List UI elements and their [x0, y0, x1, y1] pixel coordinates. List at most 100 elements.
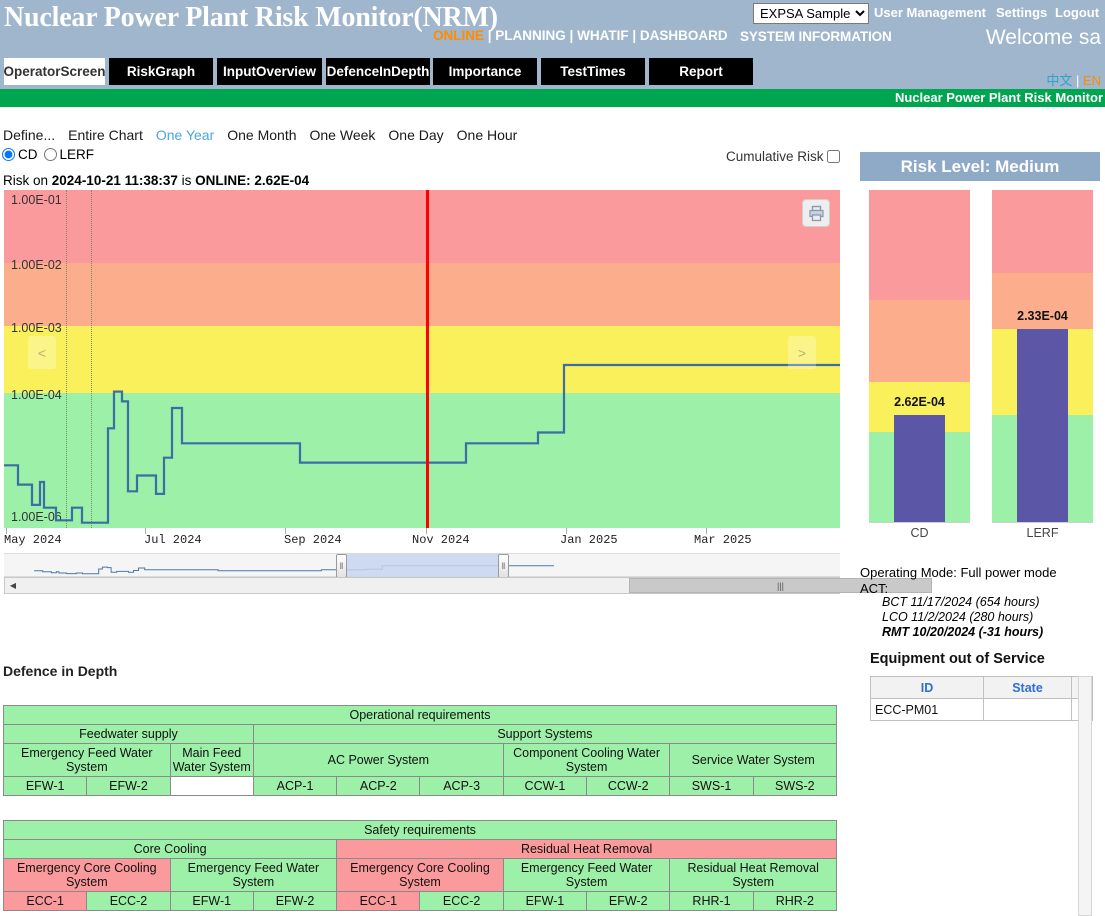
gauge-lerf-value: 2.33E-04: [992, 309, 1093, 323]
equipment-row-id[interactable]: ECC-PM01: [871, 699, 984, 721]
component-ccw-2[interactable]: CCW-2: [587, 777, 670, 796]
system-emergency-feed-water: Emergency Feed Water System: [4, 744, 171, 777]
column-header-id[interactable]: ID: [871, 677, 984, 699]
safety-component-ecc-1-b[interactable]: ECC-1: [337, 892, 420, 911]
mode-link-planning[interactable]: PLANNING: [495, 28, 566, 43]
risk-timestamp: 2024-10-21 11:38:37: [52, 173, 178, 188]
chart-prev-button[interactable]: <: [28, 336, 56, 369]
safety-component-efw-2-b[interactable]: EFW-2: [587, 892, 670, 911]
component-sws-2[interactable]: SWS-2: [753, 777, 836, 796]
safety-system-efw-2: Emergency Feed Water System: [503, 859, 670, 892]
plant-select[interactable]: EXPSA Sample: [753, 3, 869, 24]
cumulative-risk-label: Cumulative Risk: [726, 149, 824, 164]
radio-cd-label[interactable]: CD: [18, 147, 38, 162]
range-one-week[interactable]: One Week: [310, 127, 376, 143]
component-sws-1[interactable]: SWS-1: [670, 777, 753, 796]
component-efw-1[interactable]: EFW-1: [4, 777, 87, 796]
print-icon[interactable]: [802, 199, 830, 227]
gauge-lerf-axis: [992, 522, 1093, 523]
radio-lerf-label[interactable]: LERF: [60, 147, 95, 162]
language-switcher: 中文 | EN: [1046, 70, 1101, 89]
tab-defenceindepth[interactable]: DefenceInDepth: [326, 58, 430, 85]
navigator-handle-right[interactable]: ‖: [498, 554, 509, 578]
chart-now-marker: [426, 190, 429, 528]
component-acp-1[interactable]: ACP-1: [253, 777, 336, 796]
risk-middle: is: [178, 173, 195, 188]
mode-link-dashboard[interactable]: DASHBOARD: [640, 28, 728, 43]
mode-sep-2: |: [566, 28, 577, 43]
component-efw-2[interactable]: EFW-2: [87, 777, 170, 796]
tab-testtimes[interactable]: TestTimes: [541, 58, 645, 85]
range-one-hour[interactable]: One Hour: [457, 127, 518, 143]
component-ccw-1[interactable]: CCW-1: [503, 777, 586, 796]
user-management-link[interactable]: User Management: [874, 5, 986, 20]
range-one-day[interactable]: One Day: [388, 127, 443, 143]
chart-navigator[interactable]: ‖ ‖: [4, 553, 840, 577]
table-row: Emergency Feed Water System Main Feed Wa…: [4, 744, 837, 777]
chart-next-button[interactable]: >: [788, 336, 816, 369]
safety-component-rhr-2[interactable]: RHR-2: [753, 892, 836, 911]
safety-component-ecc-2-b[interactable]: ECC-2: [420, 892, 503, 911]
tab-inputoverview[interactable]: InputOverview: [217, 58, 322, 85]
equipment-scrollbar[interactable]: [1078, 676, 1092, 916]
radio-lerf[interactable]: [44, 148, 57, 161]
chart-series-svg: [4, 190, 840, 528]
safety-system-ecc-2: Emergency Core Cooling System: [337, 859, 504, 892]
table-header-row: ID State: [871, 677, 1093, 699]
risk-level-badge: Risk Level: Medium: [860, 152, 1100, 181]
safety-component-efw-1-a[interactable]: EFW-1: [170, 892, 253, 911]
scroll-left-arrow[interactable]: ◀: [5, 578, 21, 593]
navigator-handle-left[interactable]: ‖: [336, 554, 347, 578]
range-one-month[interactable]: One Month: [227, 127, 296, 143]
operational-requirements-table: Operational requirements Feedwater suppl…: [3, 705, 837, 796]
cumulative-risk-control: Cumulative Risk: [726, 147, 843, 166]
gauge-lerf-band-very-high: [992, 190, 1093, 273]
safety-system-rhr: Residual Heat Removal System: [670, 859, 837, 892]
tab-importance[interactable]: Importance: [433, 58, 537, 85]
column-header-state[interactable]: State: [984, 677, 1072, 699]
system-information-link[interactable]: SYSTEM INFORMATION: [740, 29, 892, 44]
range-entire-chart[interactable]: Entire Chart: [68, 127, 143, 143]
table-row: Emergency Core Cooling System Emergency …: [4, 859, 837, 892]
table-row: Feedwater supply Support Systems: [4, 725, 837, 744]
app-header: Nuclear Power Plant Risk Monitor(NRM) ON…: [0, 0, 1105, 52]
tab-operatorscreen[interactable]: OperatorScreen: [4, 58, 105, 85]
range-define[interactable]: Define...: [3, 127, 55, 143]
gauge-cd-value: 2.62E-04: [869, 395, 970, 409]
defence-in-depth-title: Defence in Depth: [3, 663, 117, 679]
system-service-water: Service Water System: [670, 744, 837, 777]
lang-zh-link[interactable]: 中文: [1046, 73, 1072, 88]
mode-link-online[interactable]: ONLINE: [433, 28, 484, 43]
navigator-selection[interactable]: [340, 554, 507, 578]
horizontal-scrollbar[interactable]: ◀ ▶ |||: [4, 577, 840, 594]
component-acp-3[interactable]: ACP-3: [420, 777, 503, 796]
risk-chart[interactable]: 1.00E-01 1.00E-02 1.00E-03 1.00E-04 1.00…: [4, 190, 840, 528]
system-ac-power: AC Power System: [253, 744, 503, 777]
radio-cd[interactable]: [2, 148, 15, 161]
safety-component-ecc-1-a[interactable]: ECC-1: [4, 892, 87, 911]
safety-system-ecc-1: Emergency Core Cooling System: [4, 859, 171, 892]
logout-link[interactable]: Logout: [1055, 5, 1099, 20]
component-acp-2[interactable]: ACP-2: [337, 777, 420, 796]
act-item-lco: LCO 11/2/2024 (280 hours): [882, 610, 1033, 624]
safety-component-efw-2-a[interactable]: EFW-2: [253, 892, 336, 911]
status-banner: Nuclear Power Plant Risk Monitor: [0, 89, 1105, 107]
equipment-row-state[interactable]: [984, 699, 1072, 721]
table-row: ECC-PM01: [871, 699, 1093, 721]
mode-link-whatif[interactable]: WHATIF: [577, 28, 628, 43]
table-row: Core Cooling Residual Heat Removal: [4, 840, 837, 859]
tab-riskgraph[interactable]: RiskGraph: [109, 58, 213, 85]
cumulative-risk-checkbox[interactable]: [827, 150, 840, 163]
component-mfw-empty[interactable]: [170, 777, 253, 796]
safety-component-efw-1-b[interactable]: EFW-1: [503, 892, 586, 911]
settings-link[interactable]: Settings: [996, 5, 1047, 20]
tab-report[interactable]: Report: [649, 58, 753, 85]
act-item-rmt: RMT 10/20/2024 (-31 hours): [882, 625, 1043, 639]
safety-component-ecc-2-a[interactable]: ECC-2: [87, 892, 170, 911]
range-one-year[interactable]: One Year: [156, 127, 214, 143]
lang-en-link[interactable]: EN: [1083, 73, 1101, 88]
safety-component-rhr-1[interactable]: RHR-1: [670, 892, 753, 911]
act-item-bct: BCT 11/17/2024 (654 hours): [882, 595, 1040, 609]
table-row: Operational requirements: [4, 706, 837, 725]
gauge-cd-band-very-high: [869, 190, 970, 300]
